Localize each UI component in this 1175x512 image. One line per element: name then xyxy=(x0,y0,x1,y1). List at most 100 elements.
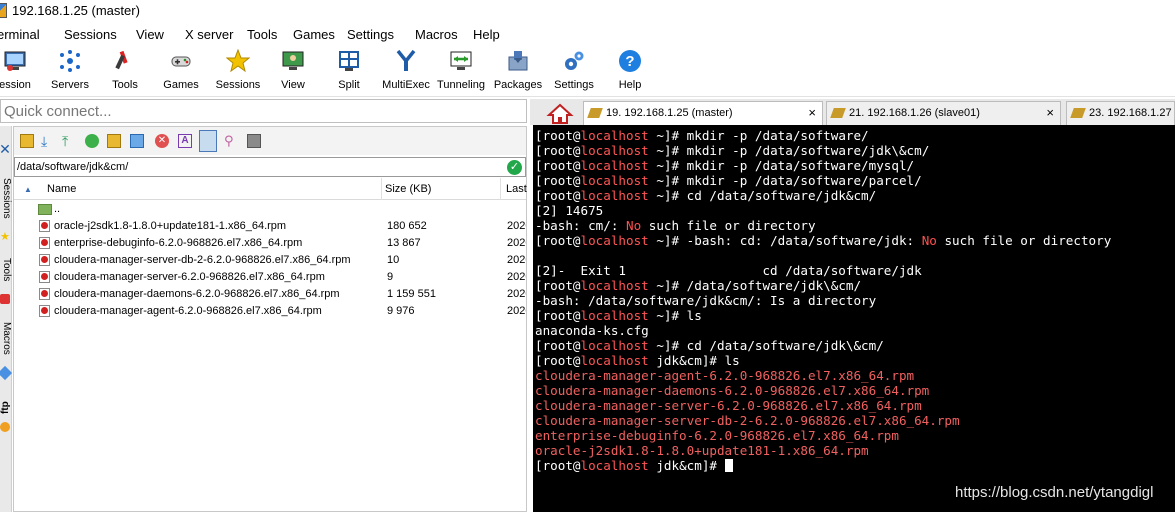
toolbar-multiexec-button[interactable]: MultiExec xyxy=(375,47,437,95)
menu-view[interactable]: View xyxy=(136,27,164,42)
file-size: 9 xyxy=(387,271,394,283)
sftp-path-bar[interactable]: /data/software/jdk&cm/ ✓ xyxy=(14,157,526,177)
column-size[interactable]: Size (KB) xyxy=(385,183,431,195)
prompt-open: [root@ xyxy=(535,188,581,203)
toolbar-split-button[interactable]: Split xyxy=(318,47,380,95)
toolbar-packages-button[interactable]: Packages xyxy=(487,47,549,95)
side-tab-tools[interactable]: Tools xyxy=(0,258,12,290)
tab-master[interactable]: 19. 192.168.1.25 (master) × xyxy=(583,101,823,125)
terminal-line: anaconda-ks.cfg xyxy=(535,323,649,338)
quick-connect-input[interactable] xyxy=(1,100,526,122)
sort-up-icon: ▲ xyxy=(24,185,32,194)
menu-help[interactable]: Help xyxy=(473,27,500,42)
file-row[interactable]: cloudera-manager-daemons-6.2.0-968826.el… xyxy=(14,286,526,303)
terminal-line: [root@localhost ~]# mkdir -p /data/softw… xyxy=(535,158,914,173)
menu-x-server[interactable]: X server xyxy=(185,27,233,42)
prompt-host: localhost xyxy=(580,173,649,188)
terminal[interactable]: [root@localhost ~]# mkdir -p /data/softw… xyxy=(533,125,1175,512)
prompt-open: [root@ xyxy=(535,233,581,248)
terminal-command: mkdir -p /data/software/parcel/ xyxy=(686,173,922,188)
menu-settings[interactable]: Settings xyxy=(347,27,394,42)
upload-icon[interactable]: ⤒ xyxy=(62,134,76,148)
prompt-open: [root@ xyxy=(535,173,581,188)
terminal-line: cloudera-manager-server-db-2-6.2.0-96882… xyxy=(535,413,960,428)
menu-games[interactable]: Games xyxy=(293,27,335,42)
toolbar-view-button[interactable]: View xyxy=(262,47,324,95)
terminal-cursor xyxy=(724,459,733,472)
column-name[interactable]: Name xyxy=(47,183,76,195)
prompt-host: localhost xyxy=(580,458,649,473)
toolbar-servers-button[interactable]: Servers xyxy=(39,47,101,95)
key-icon xyxy=(587,108,603,118)
permissions-icon[interactable]: ⚲ xyxy=(224,134,238,148)
tab-slave01[interactable]: 21. 192.168.1.26 (slave01) × xyxy=(826,101,1061,125)
terminal-line: [2] 14675 xyxy=(535,203,603,218)
terminal-command: /data/software/jdk\&cm/ xyxy=(686,278,862,293)
rename-icon[interactable]: A xyxy=(178,134,192,148)
quick-connect xyxy=(0,99,527,123)
follow-terminal-icon[interactable] xyxy=(199,130,217,152)
new-file-icon[interactable] xyxy=(130,134,144,148)
menu-bar: erminal Sessions View X server Tools Gam… xyxy=(0,23,1175,45)
menu-macros[interactable]: Macros xyxy=(415,27,458,42)
close-tab-icon[interactable]: × xyxy=(808,105,816,120)
side-tab-macros[interactable]: Macros xyxy=(0,322,12,362)
side-tab-sftp[interactable]: ftp xyxy=(0,392,12,414)
view-icon xyxy=(282,51,304,70)
file-row[interactable]: enterprise-debuginfo-6.2.0-968826.el7.x8… xyxy=(14,235,526,252)
prompt-open: [root@ xyxy=(535,143,581,158)
terminal-line: [root@localhost ~]# mkdir -p /data/softw… xyxy=(535,128,869,143)
terminal-command: mkdir -p /data/software/jdk\&cm/ xyxy=(686,143,930,158)
prompt-open: [root@ xyxy=(535,353,581,368)
menu-sessions[interactable]: Sessions xyxy=(64,27,117,42)
menu-terminal[interactable]: erminal xyxy=(0,27,40,42)
split-icon xyxy=(339,51,359,71)
sftp-path[interactable]: /data/software/jdk&cm/ xyxy=(17,161,128,173)
terminal-line: [root@localhost ~]# cd /data/software/jd… xyxy=(535,338,884,353)
refresh-icon[interactable] xyxy=(85,134,99,148)
listed-file: cloudera-manager-server-db-2-6.2.0-96882… xyxy=(535,413,960,428)
prompt-dir: ~]# xyxy=(648,233,687,248)
delete-icon[interactable]: ✕ xyxy=(155,134,169,148)
parent-folder-icon[interactable] xyxy=(20,134,34,148)
svg-text:?: ? xyxy=(625,53,634,70)
terminal-icon[interactable] xyxy=(247,134,261,148)
file-row[interactable]: cloudera-manager-server-db-2-6.2.0-96882… xyxy=(14,252,526,269)
file-row[interactable]: oracle-j2sdk1.8-1.8.0+update181-1.x86_64… xyxy=(14,218,526,235)
download-icon[interactable]: ⤓ xyxy=(41,134,55,148)
toolbar-sessions-button[interactable]: Sessions xyxy=(207,47,269,95)
rpm-file-icon xyxy=(39,254,50,266)
error-text: such file or directory xyxy=(936,233,1112,248)
tab-label: 23. 192.168.1.27 xyxy=(1089,107,1172,119)
path-ok-icon[interactable]: ✓ xyxy=(507,160,522,175)
menu-tools[interactable]: Tools xyxy=(247,27,277,42)
toolbar-games-button[interactable]: Games xyxy=(150,47,212,95)
toolbar-settings-button[interactable]: Settings xyxy=(543,47,605,95)
prompt-host: localhost xyxy=(580,353,649,368)
macros-icon xyxy=(0,365,13,381)
side-tab-sessions[interactable]: Sessions xyxy=(0,178,12,226)
file-name: oracle-j2sdk1.8-1.8.0+update181-1.x86_64… xyxy=(54,220,287,232)
help-icon: ? xyxy=(619,50,641,72)
close-tab-icon[interactable]: × xyxy=(1046,105,1054,120)
tab-slave02[interactable]: 23. 192.168.1.27 xyxy=(1066,101,1175,125)
file-name: cloudera-manager-server-6.2.0-968826.el7… xyxy=(54,271,325,283)
column-last-modified[interactable]: Last xyxy=(506,183,527,195)
file-row[interactable]: cloudera-manager-server-6.2.0-968826.el7… xyxy=(14,269,526,286)
toolbar-help-button[interactable]: ? Help xyxy=(599,47,661,95)
home-icon[interactable] xyxy=(545,103,575,125)
file-row[interactable]: cloudera-manager-agent-6.2.0-968826.el7.… xyxy=(14,303,526,320)
prompt-host: localhost xyxy=(580,233,649,248)
prompt-open: [root@ xyxy=(535,308,581,323)
rpm-file-icon xyxy=(39,220,50,232)
new-folder-icon[interactable] xyxy=(107,134,121,148)
terminal-command: cd /data/software/jdk\&cm/ xyxy=(686,338,884,353)
star-icon: ★ xyxy=(0,231,10,243)
close-panel-icon[interactable]: ✕ xyxy=(0,142,12,158)
toolbar-tunneling-button[interactable]: Tunneling xyxy=(430,47,492,95)
toolbar-tools-button[interactable]: Tools xyxy=(94,47,156,95)
file-row-parent[interactable]: .. xyxy=(14,201,526,218)
prompt-dir: ~]# xyxy=(648,143,687,158)
star-icon xyxy=(226,49,250,73)
prompt-dir: ~]# xyxy=(648,338,687,353)
